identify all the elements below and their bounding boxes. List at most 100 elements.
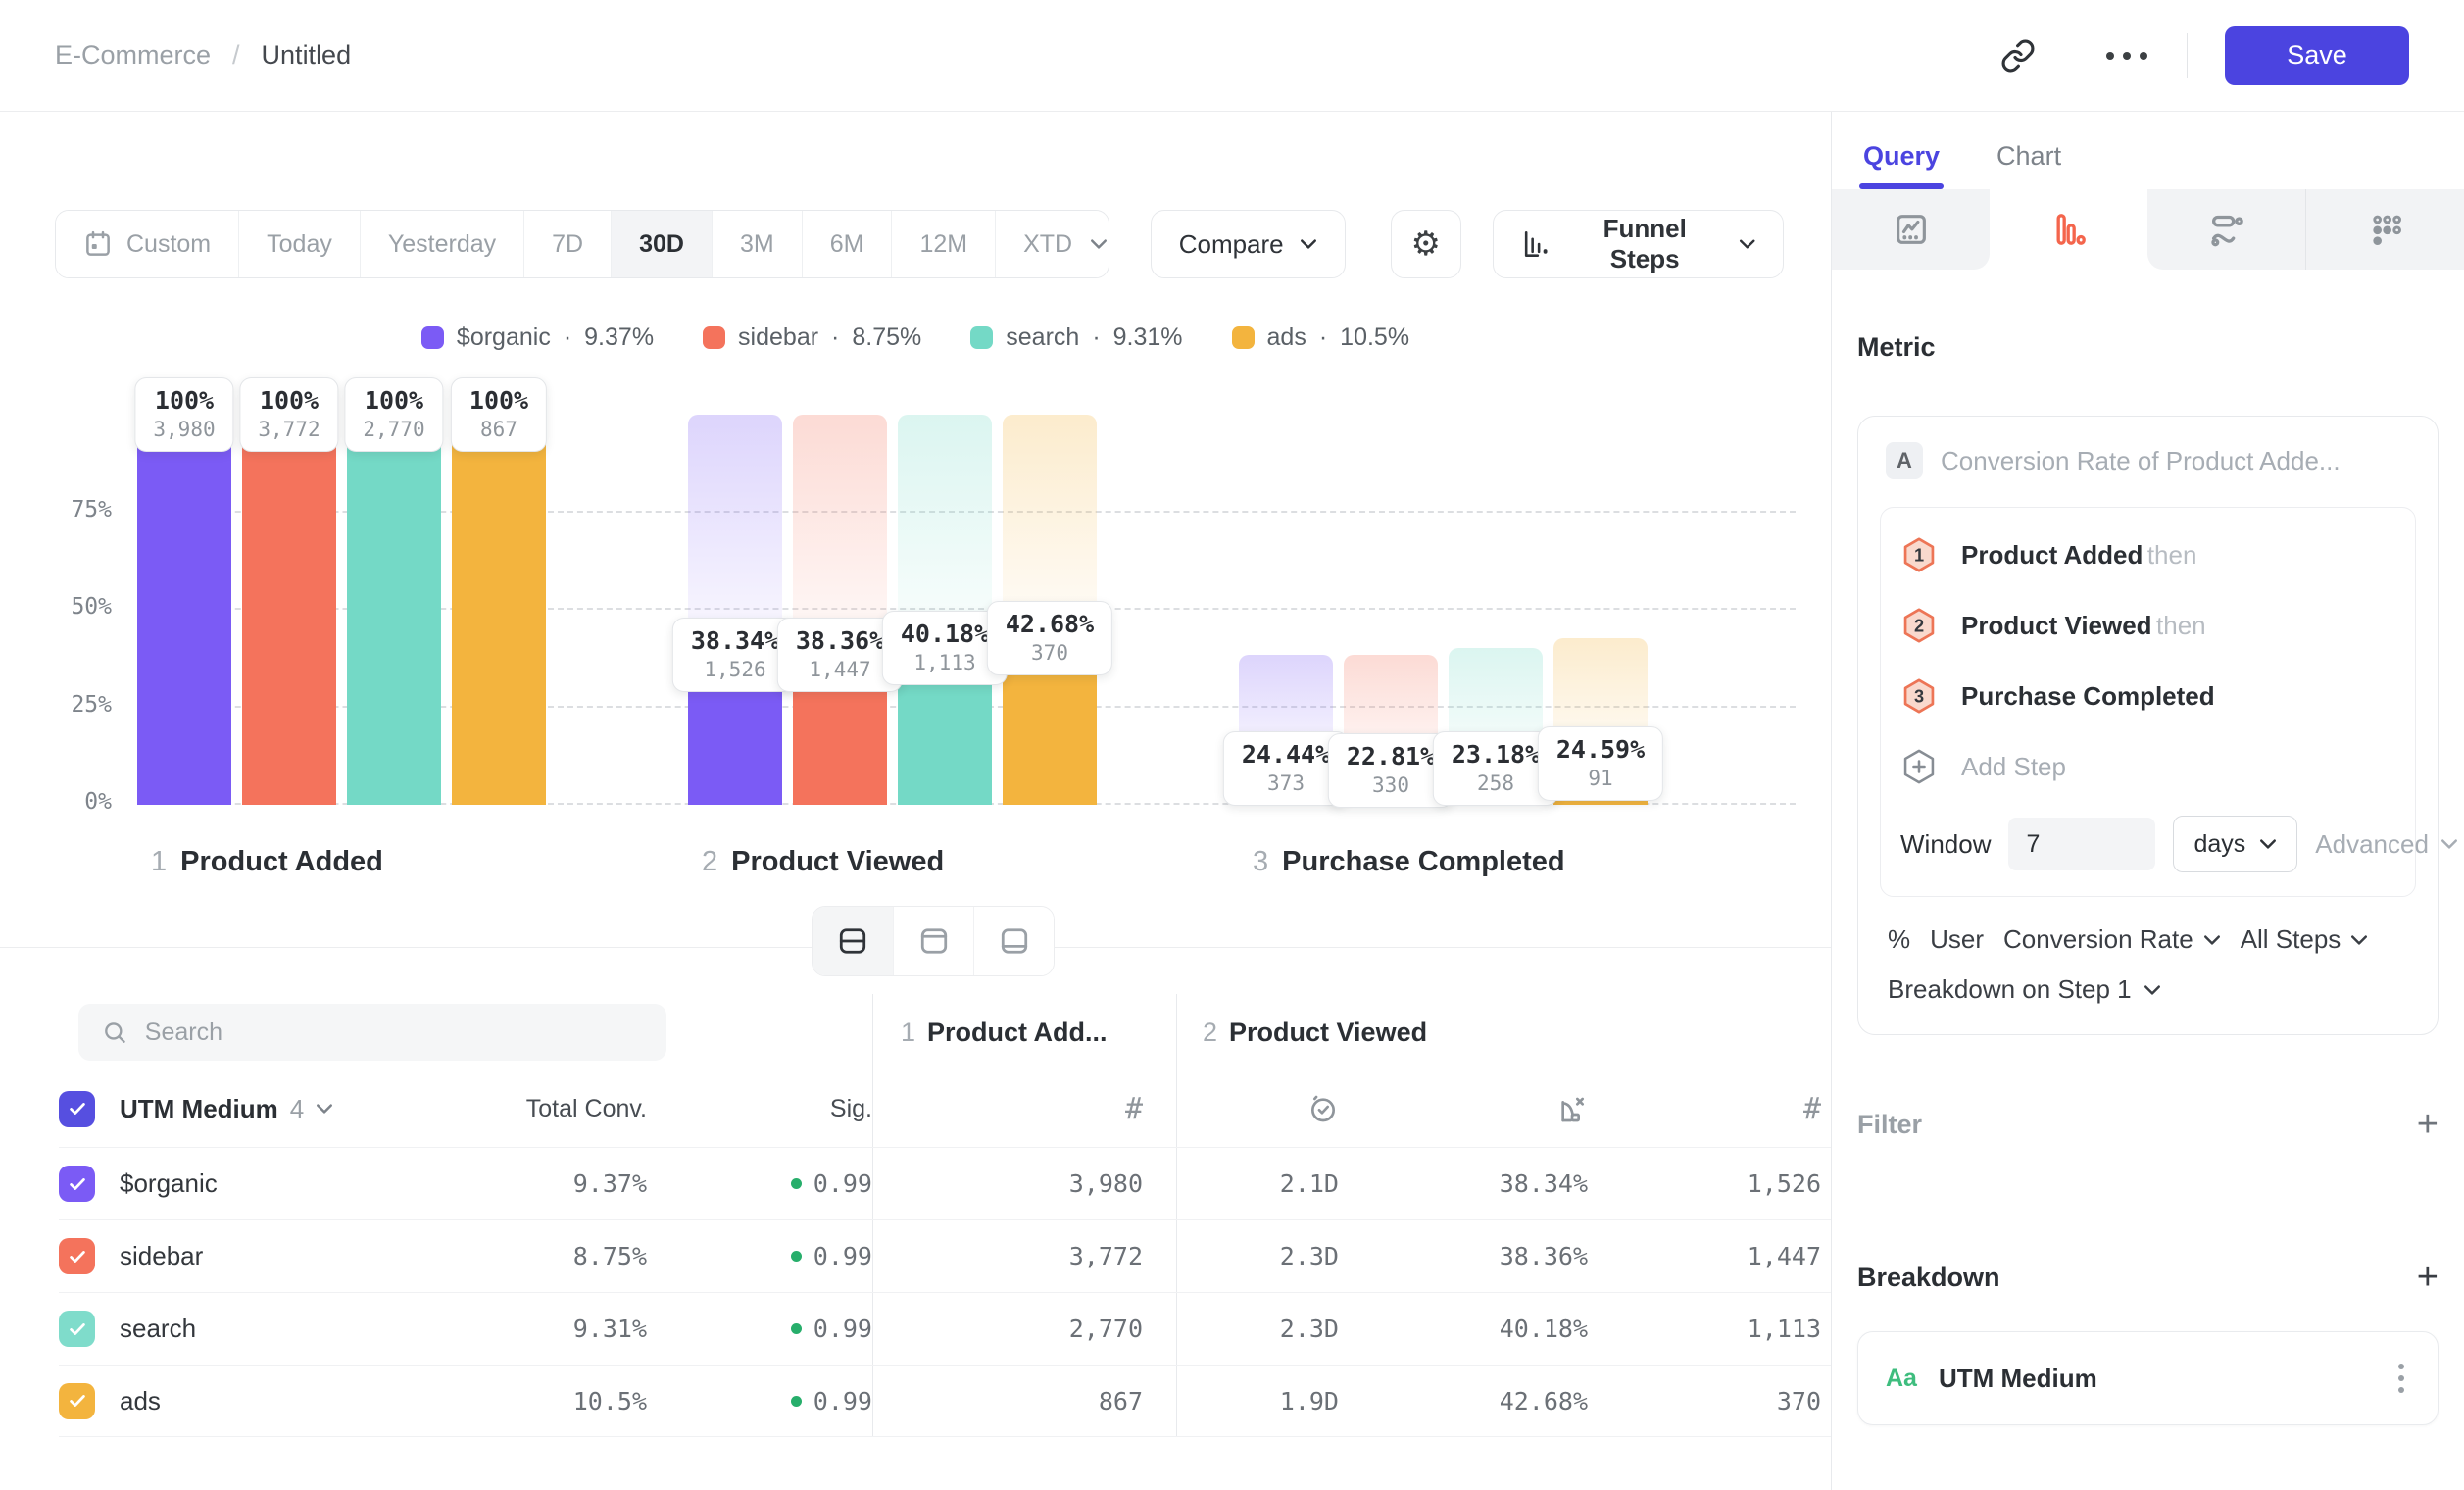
table-row-organic[interactable]: $organic 9.37% 0.99 3,980 2.1D 38.34% 1,… <box>59 1147 1831 1219</box>
bar-value-label: 100%3,980 <box>134 377 233 452</box>
legend-item-sidebar[interactable]: sidebar · 8.75% <box>703 323 921 352</box>
step-number: 2 <box>702 846 717 877</box>
chart-type-grid-tab[interactable] <box>2305 189 2464 270</box>
range-today[interactable]: Today <box>238 211 360 277</box>
bar-pct: 40.18% <box>901 620 989 648</box>
legend-item-search[interactable]: search · 9.31% <box>970 323 1182 352</box>
range-7d[interactable]: 7D <box>523 211 611 277</box>
metric-title-row[interactable]: A Conversion Rate of Product Adde... <box>1880 442 2416 479</box>
check-icon <box>67 1246 88 1267</box>
advanced-toggle[interactable]: Advanced <box>2315 829 2458 860</box>
funnel-bar-ads-step1[interactable]: 100%867 <box>452 415 546 805</box>
compare-button[interactable]: Compare <box>1151 210 1346 278</box>
breakdown-property-card[interactable]: Aa UTM Medium <box>1857 1331 2439 1425</box>
save-button[interactable]: Save <box>2225 26 2409 85</box>
layout-chart-only-button[interactable] <box>893 907 973 975</box>
layout-split-view-button[interactable] <box>813 907 893 975</box>
funnel-steps-icon <box>1521 228 1552 260</box>
breadcrumb-current[interactable]: Untitled <box>262 40 352 71</box>
funnel-bar-sidebar-step2[interactable]: 38.36%1,447 <box>793 415 887 805</box>
funnel-step-2[interactable]: 2 Product Viewed then <box>1900 590 2395 661</box>
bar-pct: 24.44% <box>1242 740 1330 769</box>
avg-time-column[interactable] <box>1176 1070 1372 1147</box>
count-column-icon[interactable]: # <box>1125 1092 1143 1126</box>
range-30d[interactable]: 30D <box>611 211 712 277</box>
table-row-search[interactable]: search 9.31% 0.99 2,770 2.3D 40.18% 1,11… <box>59 1292 1831 1365</box>
row-checkbox[interactable] <box>59 1383 95 1419</box>
group-column-header[interactable]: UTM Medium 4 <box>104 1094 353 1124</box>
row-checkbox[interactable] <box>59 1311 95 1347</box>
column-total-conv[interactable]: Total Conv. <box>353 1095 647 1123</box>
legend-swatch <box>970 326 993 349</box>
funnel-bar-search-step1[interactable]: 100%2,770 <box>347 415 441 805</box>
funnel-bar-organic-step3[interactable]: 24.44%373 <box>1239 415 1333 805</box>
legend-item-organic[interactable]: $organic · 9.37% <box>421 323 654 352</box>
breadcrumb-parent[interactable]: E-Commerce <box>55 40 211 71</box>
measure-entity[interactable]: User <box>1930 924 1984 955</box>
range-custom[interactable]: Custom <box>56 211 238 277</box>
window-unit-select[interactable]: days <box>2173 816 2297 872</box>
funnel-step-3[interactable]: 3 Purchase Completed <box>1900 661 2395 731</box>
search-input[interactable] <box>145 1018 643 1047</box>
range-xtd[interactable]: XTD <box>995 211 1109 277</box>
chart-type-selector[interactable]: Funnel Steps <box>1493 210 1784 278</box>
add-filter-button[interactable]: + <box>2417 1106 2439 1143</box>
funnel-step-1[interactable]: 1 Product Added then <box>1900 520 2395 590</box>
funnel-bar-sidebar-step3[interactable]: 22.81%330 <box>1344 415 1438 805</box>
table-row-sidebar[interactable]: sidebar 8.75% 0.99 3,772 2.3D 38.36% 1,4… <box>59 1219 1831 1292</box>
breakdown-on-step-select[interactable]: Breakdown on Step 1 <box>1888 974 2408 1005</box>
chart-type-line-tab[interactable] <box>1832 189 1990 270</box>
table-search[interactable] <box>78 1004 666 1061</box>
conversion-pct-column[interactable] <box>1372 1093 1588 1124</box>
funnel-steps-card: 1 Product Added then 2 Product Viewed th… <box>1880 507 2416 897</box>
count-column-icon[interactable]: # <box>1803 1092 1821 1126</box>
legend-label: ads <box>1267 323 1306 352</box>
measure-metric-select[interactable]: Conversion Rate <box>2003 924 2221 955</box>
bar-count: 3,772 <box>258 418 320 441</box>
chart-type-flow-tab[interactable] <box>2147 189 2305 270</box>
range-6m[interactable]: 6M <box>802 211 892 277</box>
bar-count: 373 <box>1242 771 1330 795</box>
metric-badge: A <box>1886 442 1923 479</box>
funnel-bar-sidebar-step1[interactable]: 100%3,772 <box>242 415 336 805</box>
funnel-bar-organic-step1[interactable]: 100%3,980 <box>137 415 231 805</box>
legend-label: $organic <box>457 323 551 352</box>
column-sig[interactable]: Sig. <box>647 1095 872 1123</box>
measure-scope-select[interactable]: All Steps <box>2241 924 2369 955</box>
tab-chart[interactable]: Chart <box>1996 141 2061 189</box>
sig-value: 0.99 <box>647 1169 872 1198</box>
add-breakdown-button[interactable]: + <box>2417 1259 2439 1296</box>
range-yesterday[interactable]: Yesterday <box>360 211 523 277</box>
step-label-2: 2Product Viewed <box>688 846 1097 878</box>
funnel-bar-ads-step2[interactable]: 42.68%370 <box>1003 415 1097 805</box>
layout-table-only-button[interactable] <box>973 907 1054 975</box>
breakdown-property-name: UTM Medium <box>1939 1364 2097 1394</box>
range-12m[interactable]: 12M <box>891 211 995 277</box>
chart-settings-button[interactable]: ⚙ <box>1391 210 1461 278</box>
compare-label: Compare <box>1179 229 1284 260</box>
funnel-bar-ads-step3[interactable]: 24.59%91 <box>1553 415 1648 805</box>
table-row-ads[interactable]: ads 10.5% 0.99 867 1.9D 42.68% 370 <box>59 1365 1831 1437</box>
bar-pct: 38.34% <box>691 626 779 655</box>
funnel-bar-search-step2[interactable]: 40.18%1,113 <box>898 415 992 805</box>
chevron-down-icon <box>2350 934 2368 946</box>
bar-count: 2,770 <box>363 418 424 441</box>
select-all-checkbox[interactable] <box>59 1091 95 1127</box>
funnel-bar-organic-step2[interactable]: 38.34%1,526 <box>688 415 782 805</box>
chart-type-funnel-tab[interactable] <box>1990 189 2147 270</box>
legend-item-ads[interactable]: ads · 10.5% <box>1232 323 1410 352</box>
kebab-menu-icon[interactable] <box>2392 1358 2410 1399</box>
tab-query[interactable]: Query <box>1863 141 1940 189</box>
more-menu-button[interactable] <box>2096 42 2157 70</box>
row-checkbox[interactable] <box>59 1238 95 1274</box>
share-link-button[interactable] <box>1991 28 2045 83</box>
bar-pct: 22.81% <box>1347 742 1435 770</box>
y-axis-tick: 25% <box>71 692 112 718</box>
legend-separator: · <box>831 323 839 352</box>
check-icon <box>67 1318 88 1340</box>
add-step-button[interactable]: Add Step <box>1900 731 2395 802</box>
row-checkbox[interactable] <box>59 1166 95 1202</box>
range-3m[interactable]: 3M <box>712 211 802 277</box>
window-value-input[interactable] <box>2008 818 2155 870</box>
funnel-bar-search-step3[interactable]: 23.18%258 <box>1449 415 1543 805</box>
